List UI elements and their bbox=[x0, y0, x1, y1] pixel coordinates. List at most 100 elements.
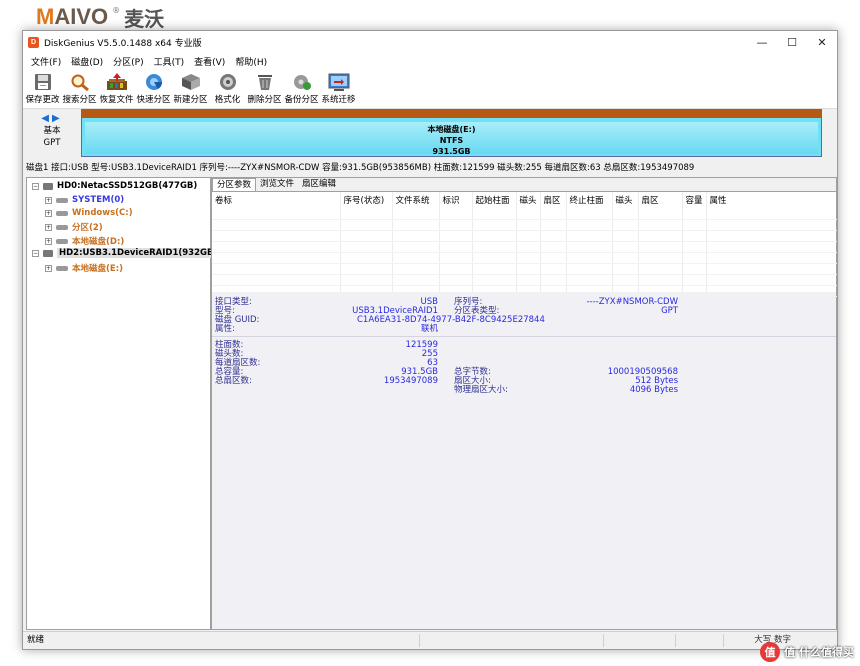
col-end-cyl[interactable]: 终止柱面 bbox=[566, 192, 613, 208]
expand-icon[interactable]: + bbox=[45, 209, 52, 217]
format-button[interactable]: 格式化 bbox=[209, 69, 246, 105]
volume-icon bbox=[56, 224, 68, 230]
table-row[interactable] bbox=[212, 252, 837, 264]
system-migrate-icon bbox=[328, 72, 350, 92]
watermark-smzdm: 值 值 什么值得买 bbox=[760, 642, 854, 662]
table-row[interactable] bbox=[212, 219, 837, 231]
watermark-logo-text: MAIVO bbox=[36, 4, 109, 29]
collapse-icon[interactable]: − bbox=[32, 249, 39, 257]
col-index[interactable]: 序号(状态) bbox=[340, 192, 393, 208]
pttype-value: GPT bbox=[661, 306, 678, 316]
tree-node-e[interactable]: + 本地磁盘(E:) bbox=[45, 262, 123, 274]
new-partition-label: 新建分区 bbox=[173, 95, 208, 105]
partition-usage-cap bbox=[82, 110, 821, 118]
col-start-sector[interactable]: 扇区 bbox=[540, 192, 567, 208]
menu-view[interactable]: 查看(V) bbox=[189, 55, 230, 68]
search-partition-icon bbox=[69, 72, 91, 92]
tree-node-partition2[interactable]: + 分区(2) bbox=[45, 221, 103, 233]
maximize-button[interactable]: ☐ bbox=[777, 31, 807, 53]
tree-label-hd0: HD0:NetacSSD512GB(477GB) bbox=[57, 181, 198, 191]
params-divider bbox=[212, 336, 836, 337]
format-label: 格式化 bbox=[214, 95, 241, 105]
expand-icon[interactable]: + bbox=[45, 196, 52, 204]
menu-file[interactable]: 文件(F) bbox=[26, 55, 66, 68]
watermark-cn: 麦沃 bbox=[124, 6, 165, 31]
save-button[interactable]: 保存更改 bbox=[24, 69, 61, 105]
quick-partition-button[interactable]: 快速分区 bbox=[135, 69, 172, 105]
partition-table: 卷标 序号(状态) 文件系统 标识 起始柱面 磁头 扇区 终止柱面 磁头 扇区 … bbox=[212, 192, 837, 297]
system-migrate-button[interactable]: 系统迁移 bbox=[320, 69, 357, 105]
tree-node-windows[interactable]: + Windows(C:) bbox=[45, 208, 133, 218]
col-start-cyl[interactable]: 起始柱面 bbox=[472, 192, 517, 208]
tree-node-system[interactable]: + SYSTEM(0) bbox=[45, 195, 124, 205]
tree-label-system: SYSTEM(0) bbox=[72, 195, 125, 205]
delete-partition-label: 删除分区 bbox=[247, 95, 282, 105]
tab-partition-params[interactable]: 分区参数 bbox=[212, 178, 257, 191]
recover-files-button[interactable]: 恢复文件 bbox=[98, 69, 135, 105]
new-partition-button[interactable]: 新建分区 bbox=[172, 69, 209, 105]
backup-partition-icon bbox=[291, 72, 313, 92]
status-bar: 就绪 大写 数字 bbox=[23, 631, 837, 649]
tab-sector-edit[interactable]: 扇区编辑 bbox=[298, 178, 340, 191]
physsec-value: 4096 Bytes bbox=[629, 385, 678, 395]
col-capacity[interactable]: 容量 bbox=[682, 192, 707, 208]
volume-icon bbox=[56, 210, 68, 216]
menu-tools[interactable]: 工具(T) bbox=[149, 55, 190, 68]
menu-bar: 文件(F) 磁盘(D) 分区(P) 工具(T) 查看(V) 帮助(H) bbox=[23, 53, 837, 69]
delete-partition-button[interactable]: 删除分区 bbox=[246, 69, 283, 105]
collapse-icon[interactable]: − bbox=[32, 182, 39, 190]
backup-partition-button[interactable]: 备份分区 bbox=[283, 69, 320, 105]
hdd-icon bbox=[43, 249, 53, 257]
table-row[interactable] bbox=[212, 263, 837, 275]
col-volume-label[interactable]: 卷标 bbox=[212, 192, 341, 208]
tab-browse-files[interactable]: 浏览文件 bbox=[256, 178, 298, 191]
disk-nav-arrows[interactable]: ◀▶ bbox=[31, 113, 73, 125]
table-row[interactable] bbox=[212, 230, 837, 242]
menu-help[interactable]: 帮助(H) bbox=[230, 55, 272, 68]
col-filesystem[interactable]: 文件系统 bbox=[392, 192, 440, 208]
menu-disk[interactable]: 磁盘(D) bbox=[66, 55, 108, 68]
sectors-value: 1953497089 bbox=[383, 376, 438, 386]
physsec-label: 物理扇区大小: bbox=[454, 385, 508, 395]
details-panel: 分区参数 浏览文件 扇区编辑 卷标 序号(状态) 文件系统 标识 起始柱面 磁头… bbox=[211, 177, 837, 630]
window-title: DiskGenius V5.5.0.1488 x64 专业版 bbox=[44, 38, 202, 49]
partition-fs: NTFS bbox=[439, 136, 464, 145]
disk-tree: − HD0:NetacSSD512GB(477GB) + SYSTEM(0) + Wi… bbox=[26, 177, 220, 630]
close-button[interactable]: ✕ bbox=[807, 31, 837, 53]
tree-node-d[interactable]: + 本地磁盘(D:) bbox=[45, 235, 124, 247]
tree-label-partition2: 分区(2) bbox=[72, 223, 103, 233]
tab-bar: 分区参数 浏览文件 扇区编辑 bbox=[212, 178, 836, 192]
app-window: D DiskGenius V5.5.0.1488 x64 专业版 — ☐ ✕ 文… bbox=[22, 30, 838, 650]
table-row[interactable] bbox=[212, 208, 837, 220]
hdd-icon bbox=[43, 182, 53, 190]
col-id[interactable]: 标识 bbox=[439, 192, 473, 208]
col-end-head[interactable]: 磁头 bbox=[612, 192, 639, 208]
col-attributes[interactable]: 属性 bbox=[706, 192, 837, 208]
table-row[interactable] bbox=[212, 274, 837, 286]
col-start-head[interactable]: 磁头 bbox=[516, 192, 541, 208]
col-end-sector[interactable]: 扇区 bbox=[638, 192, 683, 208]
save-button-label: 保存更改 bbox=[25, 95, 60, 105]
search-partition-button[interactable]: 搜索分区 bbox=[61, 69, 98, 105]
tree-label-windows: Windows(C:) bbox=[72, 208, 133, 218]
backup-partition-label: 备份分区 bbox=[284, 95, 319, 105]
tree-label-d: 本地磁盘(D:) bbox=[72, 237, 125, 247]
expand-icon[interactable]: + bbox=[45, 237, 52, 245]
watermark-logo: MAIVO ® 麦沃 bbox=[36, 4, 165, 31]
partition-block-e[interactable]: 本地磁盘(E:) NTFS 931.5GB bbox=[81, 109, 822, 157]
expand-icon[interactable]: + bbox=[45, 223, 52, 231]
menu-partition[interactable]: 分区(P) bbox=[108, 55, 148, 68]
recover-files-label: 恢复文件 bbox=[99, 95, 134, 105]
tree-node-hd2[interactable]: − HD2:USB3.1DeviceRAID1(932GB) bbox=[32, 248, 220, 258]
expand-icon[interactable]: + bbox=[45, 264, 52, 272]
new-partition-icon bbox=[180, 72, 202, 92]
attr-value: 联机 bbox=[420, 324, 438, 334]
table-row[interactable] bbox=[212, 241, 837, 253]
app-icon: D bbox=[28, 36, 39, 48]
minimize-button[interactable]: — bbox=[747, 31, 777, 53]
recover-files-icon bbox=[106, 72, 128, 92]
status-text: 就绪 bbox=[27, 635, 45, 645]
sectors-label: 总扇区数: bbox=[215, 376, 252, 386]
tree-node-hd0[interactable]: − HD0:NetacSSD512GB(477GB) bbox=[32, 181, 197, 191]
tree-label-e: 本地磁盘(E:) bbox=[72, 264, 123, 274]
